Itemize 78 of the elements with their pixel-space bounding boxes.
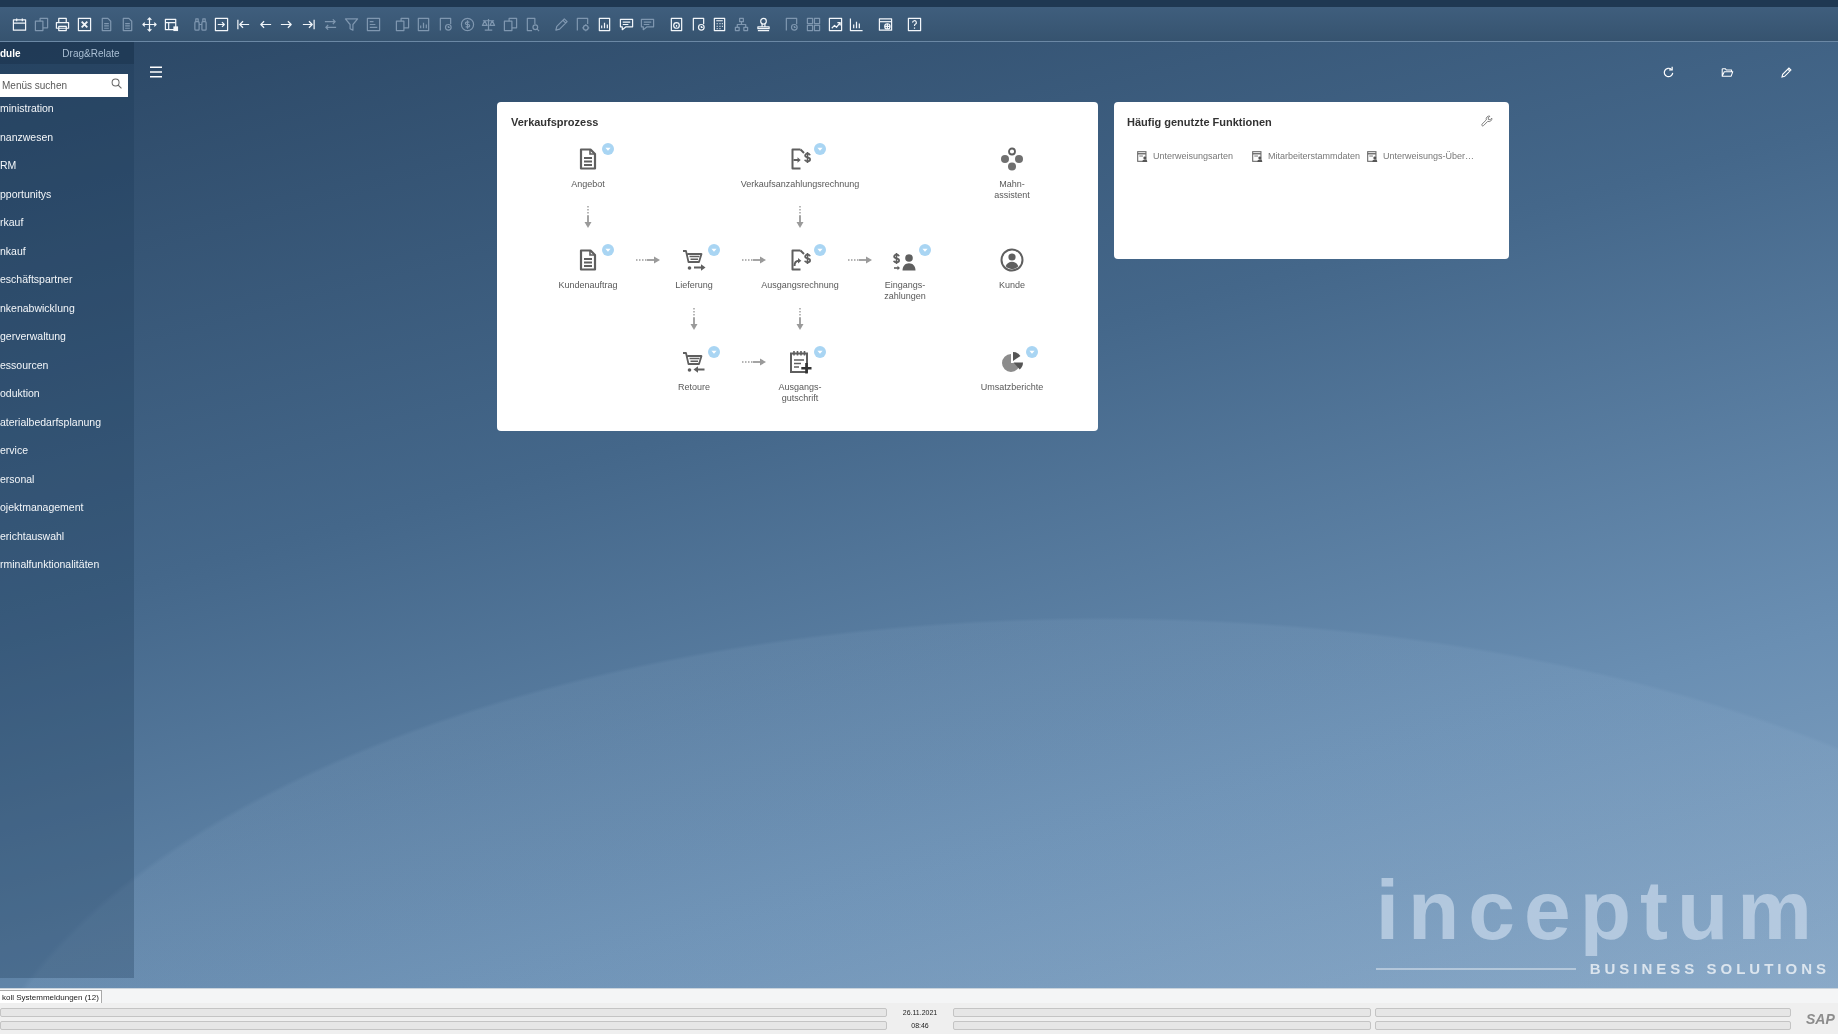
menu-item[interactable]: rminalfunktionalitäten [0, 557, 100, 574]
function-link[interactable]: Mitarbeiterstammdaten [1252, 151, 1361, 162]
search-field[interactable]: Menüs suchen [0, 74, 128, 97]
document-info-icon[interactable] [668, 16, 684, 32]
refresh-icon[interactable] [1662, 65, 1675, 79]
chat-bubble-icon[interactable] [618, 16, 634, 32]
stamp-icon[interactable] [755, 16, 771, 32]
flow-arrow [742, 256, 766, 264]
search-icon[interactable] [111, 78, 122, 89]
menu-item[interactable]: rkauf [0, 215, 24, 232]
menu-item[interactable]: nkenabwicklung [0, 300, 75, 317]
menu-item[interactable]: nkauf [0, 243, 26, 260]
flow-arrow [584, 206, 592, 228]
document-clock-icon[interactable] [690, 16, 706, 32]
function-link[interactable]: Unterweisungsarten [1137, 151, 1234, 162]
process-step-label[interactable]: Mahn- assistent [994, 179, 1030, 201]
x-box-icon[interactable] [77, 16, 93, 32]
process-step-label[interactable]: Eingangs- zahlungen [884, 280, 926, 302]
menu-icon[interactable] [149, 66, 163, 78]
menu-item[interactable]: ministration [0, 101, 54, 118]
pie-chart-icon[interactable] [1000, 350, 1024, 374]
flow-arrow [796, 206, 804, 228]
card-title: Verkaufsprozess [511, 116, 599, 129]
help-icon[interactable] [906, 16, 922, 32]
menu-item[interactable]: oduktion [0, 386, 40, 403]
calendar-icon[interactable] [12, 16, 27, 32]
menu-item[interactable]: pportunitys [0, 186, 52, 203]
process-step-label[interactable]: Verkaufsanzahlungsrechnung [740, 179, 860, 190]
notepad-plus-icon[interactable] [788, 350, 812, 374]
folder-icon[interactable] [1721, 65, 1734, 79]
move-icon[interactable] [142, 16, 158, 32]
function-link[interactable]: Unterweisungs-Über… [1367, 151, 1475, 162]
document-chart-icon[interactable] [596, 16, 612, 32]
process-step-label[interactable]: Ausgangs- gutschrift [778, 382, 822, 404]
trend-chart-icon[interactable] [827, 16, 843, 32]
menu-item[interactable]: nanzwesen [0, 129, 54, 146]
sap-logo: SAP [1806, 1010, 1835, 1027]
process-step-label[interactable]: Angebot [571, 179, 605, 190]
process-step-label[interactable]: Kundenauftrag [558, 280, 618, 291]
menu-item[interactable]: aterialbedarfsplanung [0, 414, 101, 431]
message-log-tab[interactable]: koll Systemmeldungen (12) [0, 990, 102, 1003]
menu-item[interactable]: ojektmanagement [0, 500, 84, 517]
form-user-icon [1252, 151, 1263, 162]
form-user-icon [1137, 151, 1148, 162]
menu-item[interactable]: ervice [0, 443, 28, 460]
browser-globe-icon[interactable] [878, 16, 894, 32]
bar-chart-icon[interactable] [849, 16, 865, 32]
menu-item[interactable]: RM [0, 158, 17, 175]
menu-item[interactable]: gerverwaltung [0, 329, 66, 346]
flow-arrow [690, 308, 698, 330]
wrench-icon[interactable] [1481, 114, 1493, 127]
sidebar-tab[interactable]: Drag&Relate [48, 42, 134, 64]
form-user-icon [1367, 151, 1378, 162]
process-step-label[interactable]: Kunde [999, 280, 1025, 291]
cart-arrow-icon[interactable] [682, 248, 706, 272]
flow-arrow [636, 256, 660, 264]
menu-item[interactable]: essourcen [0, 357, 49, 374]
sidebar-tab[interactable]: dule [0, 42, 48, 64]
logo-tagline: BUSINESS SOLUTIONS [1589, 960, 1830, 978]
flow-arrow [848, 256, 872, 264]
menu-item[interactable]: eschäftspartner [0, 272, 73, 289]
logo-wordmark: inceptum [1375, 864, 1821, 956]
arrow-into-box-icon[interactable] [214, 16, 230, 32]
circles-cluster-icon[interactable] [1000, 147, 1024, 171]
menu-item[interactable]: erichtauswahl [0, 528, 65, 545]
card-title: Häufig genutzte Funktionen [1127, 116, 1272, 129]
user-circle-icon[interactable] [1000, 248, 1024, 272]
cart-arrow-icon[interactable] [682, 350, 706, 374]
flow-arrow [742, 358, 766, 366]
printer-icon[interactable] [55, 16, 71, 32]
process-step-label[interactable]: Ausgangsrechnung [761, 280, 839, 291]
flow-arrow [796, 308, 804, 330]
table-icon[interactable] [163, 16, 179, 32]
menu-item[interactable]: ersonal [0, 471, 35, 488]
process-step-label[interactable]: Umsatzberichte [980, 382, 1044, 393]
process-step-label[interactable]: Retoure [678, 382, 710, 393]
process-step-label[interactable]: Lieferung [675, 280, 713, 291]
calculator-icon[interactable] [712, 16, 728, 32]
